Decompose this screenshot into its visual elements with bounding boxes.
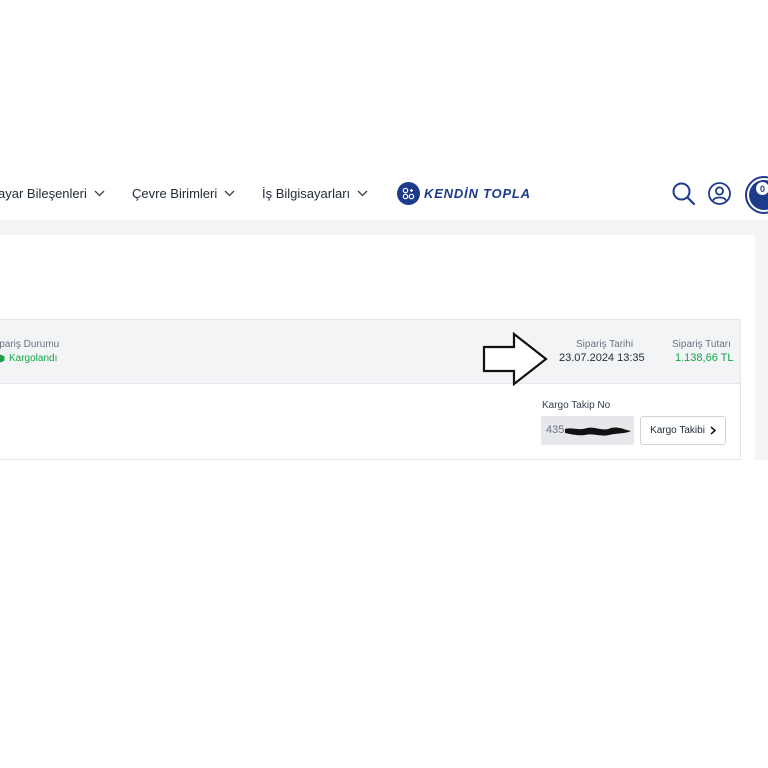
- user-account-icon[interactable]: [707, 181, 732, 206]
- chevron-right-icon: [710, 426, 716, 435]
- nav-item-label: ayar Bileşenleri: [0, 186, 87, 201]
- cargo-tracking-button[interactable]: Kargo Takibi: [640, 416, 726, 445]
- main-navigation: ayar Bileşenleri Çevre Birimleri İş Bilg…: [0, 170, 768, 218]
- tracking-number-label: Kargo Takip No: [542, 400, 611, 411]
- nav-item-business-computers[interactable]: İş Bilgisayarları: [262, 186, 368, 201]
- kendin-topla-logo[interactable]: KENDİN TOPLA: [397, 182, 531, 205]
- cargo-tracking-button-label: Kargo Takibi: [650, 425, 705, 436]
- logo-badge-icon: [397, 182, 420, 205]
- order-status-value: Kargolandı: [9, 353, 58, 364]
- shipping-box-icon: [0, 354, 5, 363]
- nav-item-components[interactable]: ayar Bileşenleri: [0, 186, 105, 201]
- order-total-value: 1.138,66 TL: [675, 352, 734, 364]
- arrow-right-annotation-icon: [482, 332, 548, 386]
- search-icon[interactable]: [671, 181, 696, 206]
- order-summary-header: ipariş Durumu Kargolandı Sipariş Tarihi …: [0, 320, 740, 386]
- order-card: ipariş Durumu Kargolandı Sipariş Tarihi …: [0, 319, 741, 460]
- nav-item-peripherals[interactable]: Çevre Birimleri: [132, 186, 235, 201]
- tracking-number-prefix: 435: [546, 424, 565, 436]
- right-scroll-area: [755, 235, 768, 460]
- order-status: Kargolandı: [0, 353, 57, 364]
- nav-item-label: Çevre Birimleri: [132, 186, 218, 201]
- chevron-down-icon: [357, 190, 368, 197]
- nav-item-label: İş Bilgisayarları: [262, 186, 351, 201]
- chevron-down-icon: [224, 190, 235, 197]
- logo-text: KENDİN TOPLA: [424, 186, 531, 201]
- order-date-label: Sipariş Tarihi: [576, 339, 634, 350]
- tracking-number-field: 435: [541, 416, 634, 445]
- chevron-down-icon: [94, 190, 105, 197]
- redaction-mark: [565, 427, 631, 436]
- cart-button[interactable]: 0: [745, 176, 768, 214]
- order-date-value: 23.07.2024 13:35: [559, 352, 645, 364]
- order-total-label: Sipariş Tutarı: [672, 339, 731, 350]
- cart-count-badge: 0: [756, 182, 768, 195]
- order-status-label: ipariş Durumu: [0, 339, 60, 350]
